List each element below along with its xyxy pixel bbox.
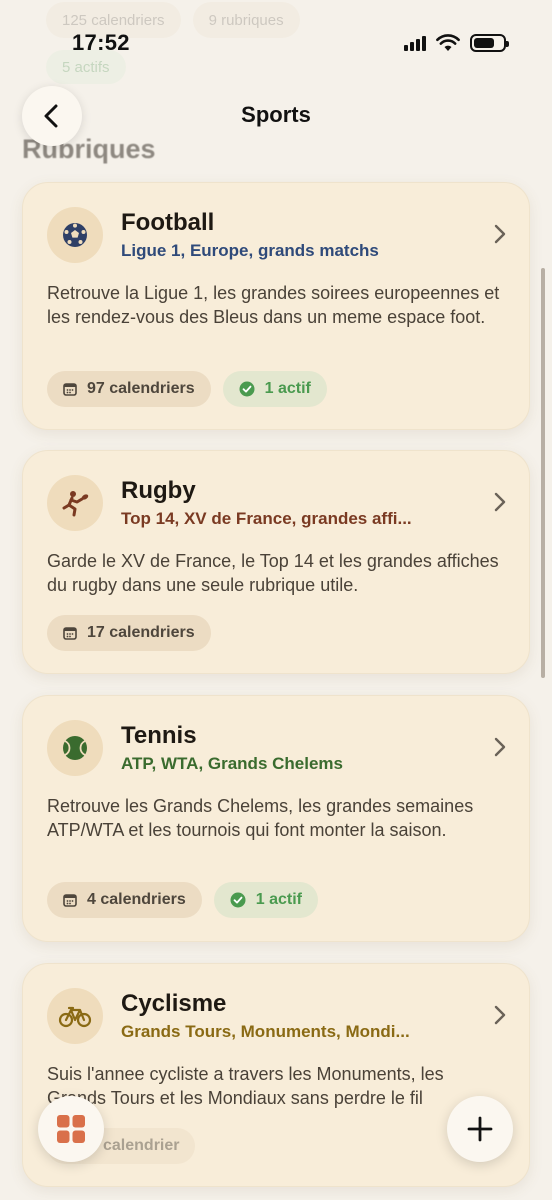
calendars-count-label: 97 calendriers: [87, 380, 195, 397]
card-description: Retrouve les Grands Chelems, les grandes…: [47, 796, 474, 840]
card-description: Suis l'annee cycliste a travers les Monu…: [47, 1064, 444, 1108]
calendar-icon: [63, 383, 77, 396]
active-count-badge: 1 actif: [213, 882, 318, 918]
rubrique-card-football[interactable]: Football Ligue 1, Europe, grands matchs …: [22, 182, 530, 430]
calendars-count-badge: 97 calendriers: [47, 371, 211, 407]
check-circle-icon: [230, 892, 246, 908]
active-count-badge: 1 actif: [222, 371, 327, 407]
card-description: Retrouve la Ligue 1, les grandes soirees…: [47, 283, 500, 327]
status-bar: 17:52: [0, 0, 552, 88]
check-circle-icon: [239, 381, 255, 397]
calendars-count-label: calendrier: [103, 1137, 180, 1154]
card-subtitle: ATP, WTA, Grands Chelems: [121, 754, 343, 773]
calendars-count-label: 17 calendriers: [87, 624, 195, 641]
chevron-right-icon: [494, 1005, 506, 1025]
page-title: Sports: [241, 102, 311, 127]
soccer-ball-icon: [47, 207, 103, 263]
chevron-right-icon: [494, 492, 506, 512]
active-count-label: 1 actif: [255, 891, 302, 908]
chevron-right-icon: [494, 224, 506, 244]
cellular-signal-icon: [404, 35, 426, 51]
calendar-icon: [63, 627, 77, 640]
card-tags: 4 calendriers 1 actif: [47, 882, 318, 918]
wifi-icon: [436, 34, 460, 51]
calendars-count-label: 4 calendriers: [87, 891, 186, 908]
tennis-ball-icon: [47, 720, 103, 776]
chevron-right-icon: [494, 737, 506, 757]
rubrique-card-cyclisme[interactable]: Cyclisme Grands Tours, Monuments, Mondi.…: [22, 963, 530, 1187]
card-tags: 97 calendriers 1 actif: [47, 371, 327, 407]
battery-icon: [470, 34, 509, 52]
categories-grid-button[interactable]: [38, 1096, 104, 1162]
card-title: Rugby: [121, 477, 196, 504]
rubrique-card-tennis[interactable]: Tennis ATP, WTA, Grands Chelems Retrouve…: [22, 695, 530, 942]
add-button[interactable]: [447, 1096, 513, 1162]
rugby-player-icon: [47, 475, 103, 531]
scrollbar[interactable]: [541, 268, 545, 678]
card-tags: 17 calendriers: [47, 615, 211, 651]
card-subtitle: Top 14, XV de France, grandes affi...: [121, 509, 412, 528]
card-subtitle: Ligue 1, Europe, grands matchs: [121, 241, 379, 260]
card-title: Cyclisme: [121, 990, 227, 1017]
calendar-icon: [63, 894, 77, 907]
bicycle-icon: [47, 988, 103, 1044]
calendars-count-badge: 4 calendriers: [47, 882, 202, 918]
status-icons: [404, 34, 509, 52]
active-count-label: 1 actif: [264, 380, 311, 397]
card-title: Football: [121, 209, 215, 236]
grid-icon: [57, 1115, 85, 1143]
card-description: Garde le XV de France, le Top 14 et les …: [47, 551, 499, 595]
plus-icon: [467, 1116, 493, 1142]
card-title: Tennis: [121, 722, 197, 749]
calendars-count-badge: 17 calendriers: [47, 615, 211, 651]
status-time: 17:52: [72, 30, 130, 55]
card-subtitle: Grands Tours, Monuments, Mondi...: [121, 1022, 410, 1041]
rubrique-card-rugby[interactable]: Rugby Top 14, XV de France, grandes affi…: [22, 450, 530, 674]
